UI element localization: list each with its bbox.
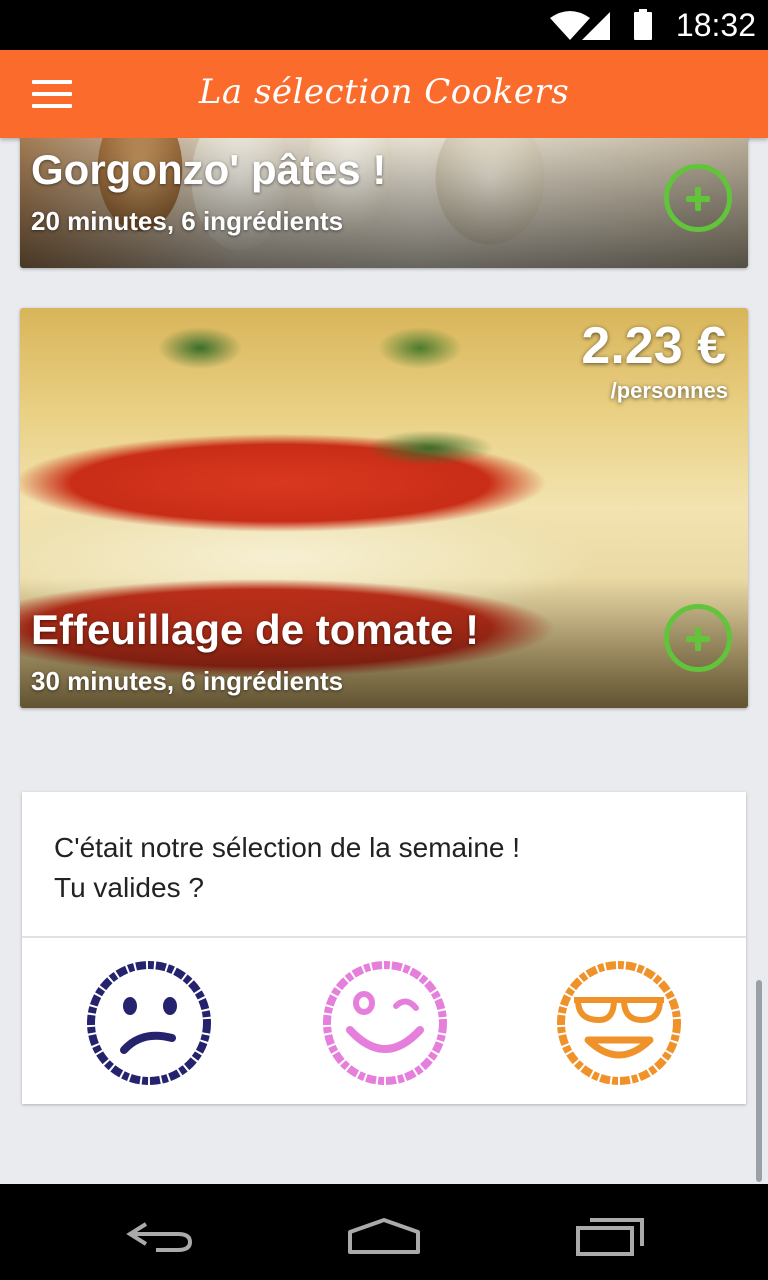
feedback-card: C'était notre sélection de la semaine ! … — [22, 792, 746, 1104]
app-title: La sélection Cookers — [198, 72, 570, 112]
sad-face-icon[interactable] — [84, 958, 214, 1088]
status-icons — [550, 9, 652, 40]
recipe-price-unit: /personnes — [610, 378, 728, 403]
nav-bar — [0, 1184, 768, 1280]
recipe-card[interactable]: 2.23 € /personnes Effeuillage de tomate … — [20, 308, 748, 708]
wifi-icon — [550, 11, 590, 40]
recipe-details: 20 minutes, 6 ingrédients — [31, 206, 344, 236]
battery-icon — [634, 9, 652, 40]
feedback-line1: C'était notre sélection de la semaine ! — [54, 832, 521, 863]
recent-apps-icon[interactable] — [570, 1210, 650, 1260]
status-bar: 18:32 — [0, 0, 768, 50]
recipe-title: Effeuillage de tomate ! — [31, 606, 480, 653]
winking-face-icon[interactable] — [320, 958, 450, 1088]
recipe-card[interactable]: Gorgonzo' pâtes ! 20 minutes, 6 ingrédie… — [20, 138, 748, 268]
app-bar: La sélection Cookers — [0, 50, 768, 138]
scrollbar[interactable] — [756, 980, 762, 1182]
recipe-list[interactable]: Gorgonzo' pâtes ! 20 minutes, 6 ingrédie… — [0, 138, 768, 1184]
recipe-details: 30 minutes, 6 ingrédients — [31, 666, 344, 696]
back-icon[interactable] — [120, 1210, 200, 1260]
add-icon[interactable] — [664, 164, 732, 232]
feedback-text: C'était notre sélection de la semaine ! … — [54, 828, 520, 908]
home-icon[interactable] — [344, 1210, 424, 1260]
add-icon[interactable] — [664, 604, 732, 672]
status-time: 18:32 — [675, 7, 756, 43]
recipe-title: Gorgonzo' pâtes ! — [31, 146, 387, 193]
recipe-price: 2.23 € — [581, 317, 726, 375]
divider — [22, 936, 746, 938]
feedback-line2: Tu valides ? — [54, 872, 204, 903]
cool-face-icon[interactable] — [554, 958, 684, 1088]
